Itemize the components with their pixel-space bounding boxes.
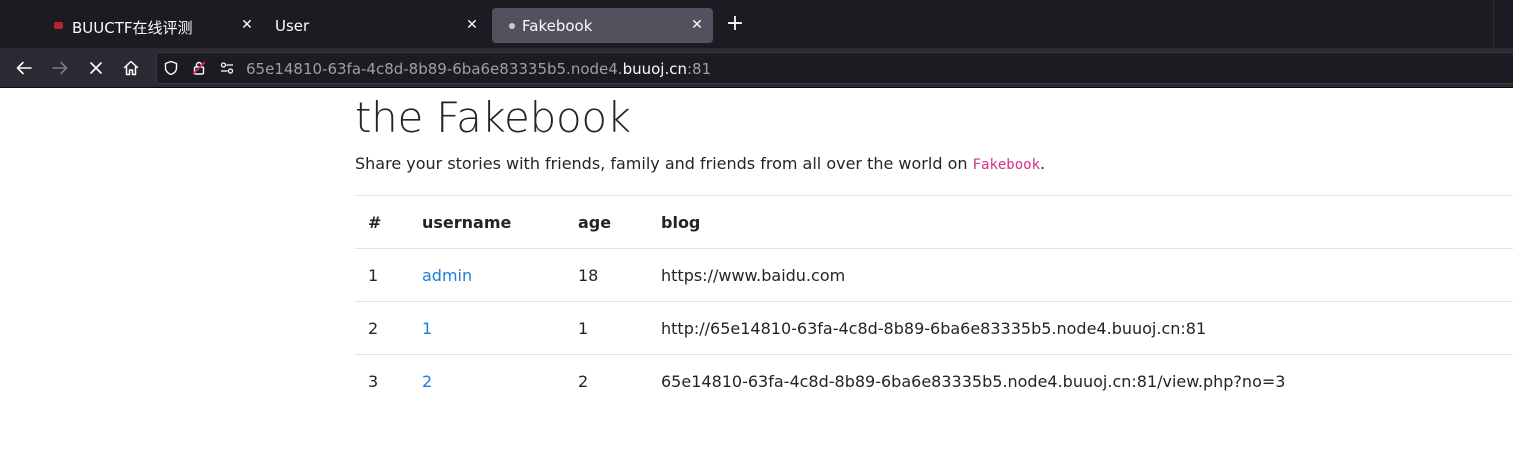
table-row: 2 1 1 http://65e14810-63fa-4c8d-8b89-6ba… [355, 302, 1513, 355]
new-tab-icon[interactable]: + [724, 13, 746, 35]
column-header-number: # [368, 213, 382, 232]
page-title: the Fakebook [355, 93, 631, 142]
close-tab-icon[interactable]: ✕ [238, 16, 256, 34]
page-content: the Fakebook Share your stories with fri… [355, 89, 1513, 451]
row-number: 1 [368, 266, 379, 285]
age-value: 1 [578, 319, 589, 338]
insecure-lock-icon[interactable] [191, 60, 207, 76]
address-bar[interactable]: 65e14810-63fa-4c8d-8b89-6ba6e83335b5.nod… [156, 52, 1513, 84]
age-value: 18 [578, 266, 599, 285]
row-number: 2 [368, 319, 379, 338]
row-number: 3 [368, 372, 379, 391]
table-header-row: # username age blog [355, 196, 1513, 249]
stop-loading-icon[interactable] [82, 54, 110, 82]
age-value: 2 [578, 372, 589, 391]
close-tab-icon[interactable]: ✕ [463, 16, 481, 34]
tab-fakebook[interactable]: Fakebook ✕ [492, 8, 713, 43]
column-header-blog: blog [661, 213, 701, 232]
forward-icon[interactable] [46, 54, 74, 82]
blog-value: https://www.baidu.com [661, 266, 846, 285]
url-port: :81 [686, 60, 712, 78]
window-edge [1493, 0, 1513, 48]
tab-title: Fakebook [522, 17, 593, 35]
tab-buuctf[interactable]: BUUCTF在线评测 ✕ [40, 8, 260, 43]
blog-value: http://65e14810-63fa-4c8d-8b89-6ba6e8333… [661, 319, 1207, 338]
close-tab-icon[interactable]: ✕ [688, 16, 706, 34]
lead-end: . [1040, 154, 1046, 173]
page-favicon-icon [505, 19, 518, 32]
lead-text: Share your stories with friends, family … [355, 154, 973, 173]
tab-bar: BUUCTF在线评测 ✕ User ✕ Fakebook ✕ + [0, 0, 1513, 48]
table-row: 3 2 2 65e14810-63fa-4c8d-8b89-6ba6e83335… [355, 355, 1513, 408]
brand-name: Fakebook [972, 157, 1041, 173]
tab-user[interactable]: User ✕ [264, 8, 486, 43]
username-link[interactable]: 1 [422, 319, 432, 338]
navigation-toolbar: 65e14810-63fa-4c8d-8b89-6ba6e83335b5.nod… [0, 48, 1513, 88]
url-domain: buuoj.cn [622, 60, 687, 78]
username-link[interactable]: admin [422, 266, 472, 285]
url-text: 65e14810-63fa-4c8d-8b89-6ba6e83335b5.nod… [246, 60, 711, 78]
username-link[interactable]: 2 [422, 372, 432, 391]
users-table: # username age blog 1 admin 18 https://w… [355, 196, 1513, 408]
column-header-username: username [422, 213, 512, 232]
tab-title: BUUCTF在线评测 [72, 19, 193, 37]
blog-value: 65e14810-63fa-4c8d-8b89-6ba6e83335b5.nod… [661, 372, 1286, 391]
shield-icon[interactable] [163, 60, 179, 76]
table-row: 1 admin 18 https://www.baidu.com [355, 249, 1513, 302]
back-icon[interactable] [10, 54, 38, 82]
tab-title: User [275, 17, 310, 35]
lead-paragraph: Share your stories with friends, family … [355, 154, 1045, 173]
site-permissions-icon[interactable] [219, 60, 235, 76]
url-prefix: 65e14810-63fa-4c8d-8b89-6ba6e83335b5.nod… [246, 60, 623, 78]
home-icon[interactable] [117, 54, 145, 82]
buuctf-favicon-icon [52, 19, 65, 32]
column-header-age: age [578, 213, 612, 232]
